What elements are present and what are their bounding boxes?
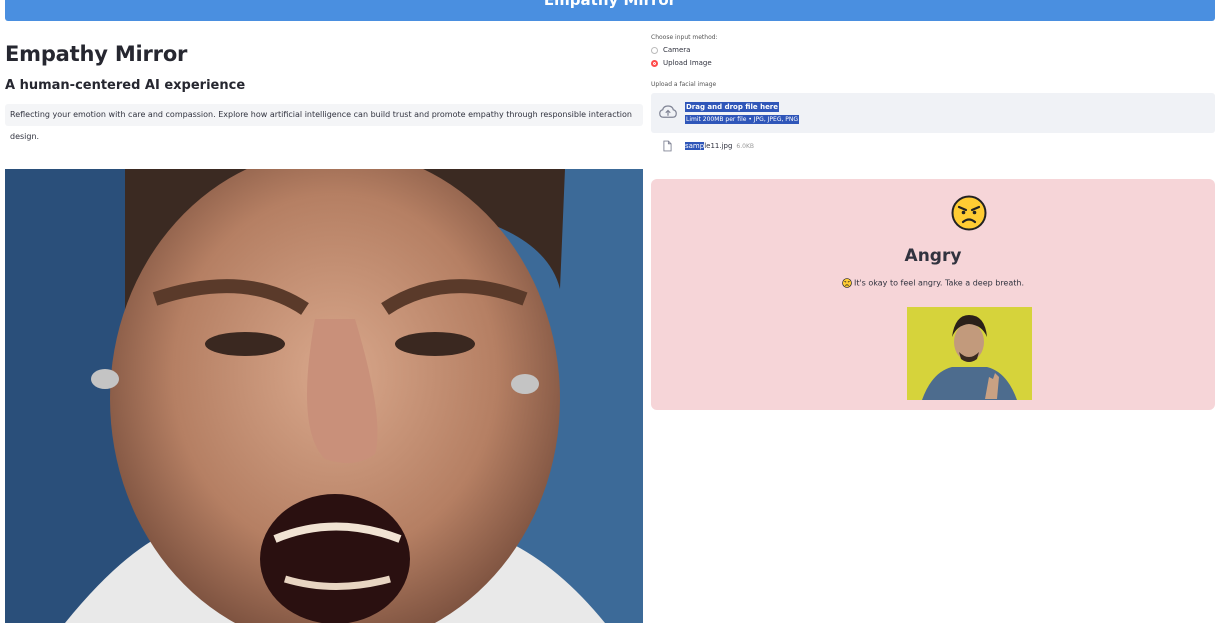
angry-face-small-icon [842,278,852,288]
dropzone-limit: Limit 200MB per file • JPG, JPEG, PNG [685,115,800,124]
radio-upload-label: Upload Image [663,59,712,67]
info-box: Reflecting your emotion with care and co… [5,104,643,141]
radio-camera-label: Camera [663,46,691,54]
emotion-message: It's okay to feel angry. Take a deep bre… [651,278,1215,288]
input-method-label: Choose input method: [651,34,718,41]
uploaded-file-row: sample11.jpg 6.0KB [663,140,754,152]
main-column: Empathy Mirror A human-centered AI exper… [5,30,645,141]
radio-camera[interactable]: Camera [651,46,690,54]
emotion-result-card: Angry It's okay to feel angry. Take a de… [651,179,1215,410]
angry-face-icon [951,195,987,231]
page-subtitle: A human-centered AI experience [5,78,246,93]
file-dropzone[interactable]: Drag and drop file here Limit 200MB per … [651,93,1215,133]
radio-dot-upload-image[interactable] [651,59,658,67]
banner-title: Empathy Mirror [543,0,677,9]
cloud-upload-icon [659,105,677,118]
app-banner: Empathy Mirror [5,0,1215,21]
uploaded-face-image [5,169,643,623]
calming-image [907,307,1032,400]
file-icon [663,140,672,152]
upload-label: Upload a facial image [651,81,717,88]
file-size: 6.0KB [736,142,755,150]
emotion-message-text: It's okay to feel angry. Take a deep bre… [853,278,1025,288]
radio-upload-image[interactable]: Upload Image [651,59,712,67]
emotion-label: Angry [904,246,962,266]
file-name-selected: samp [685,142,705,150]
page-title: Empathy Mirror [5,42,188,66]
file-name: sample11.jpg [685,142,732,150]
dropzone-title: Drag and drop file here [685,102,780,112]
file-name-rest: le11.jpg [704,142,733,150]
radio-dot-camera[interactable] [651,46,658,54]
